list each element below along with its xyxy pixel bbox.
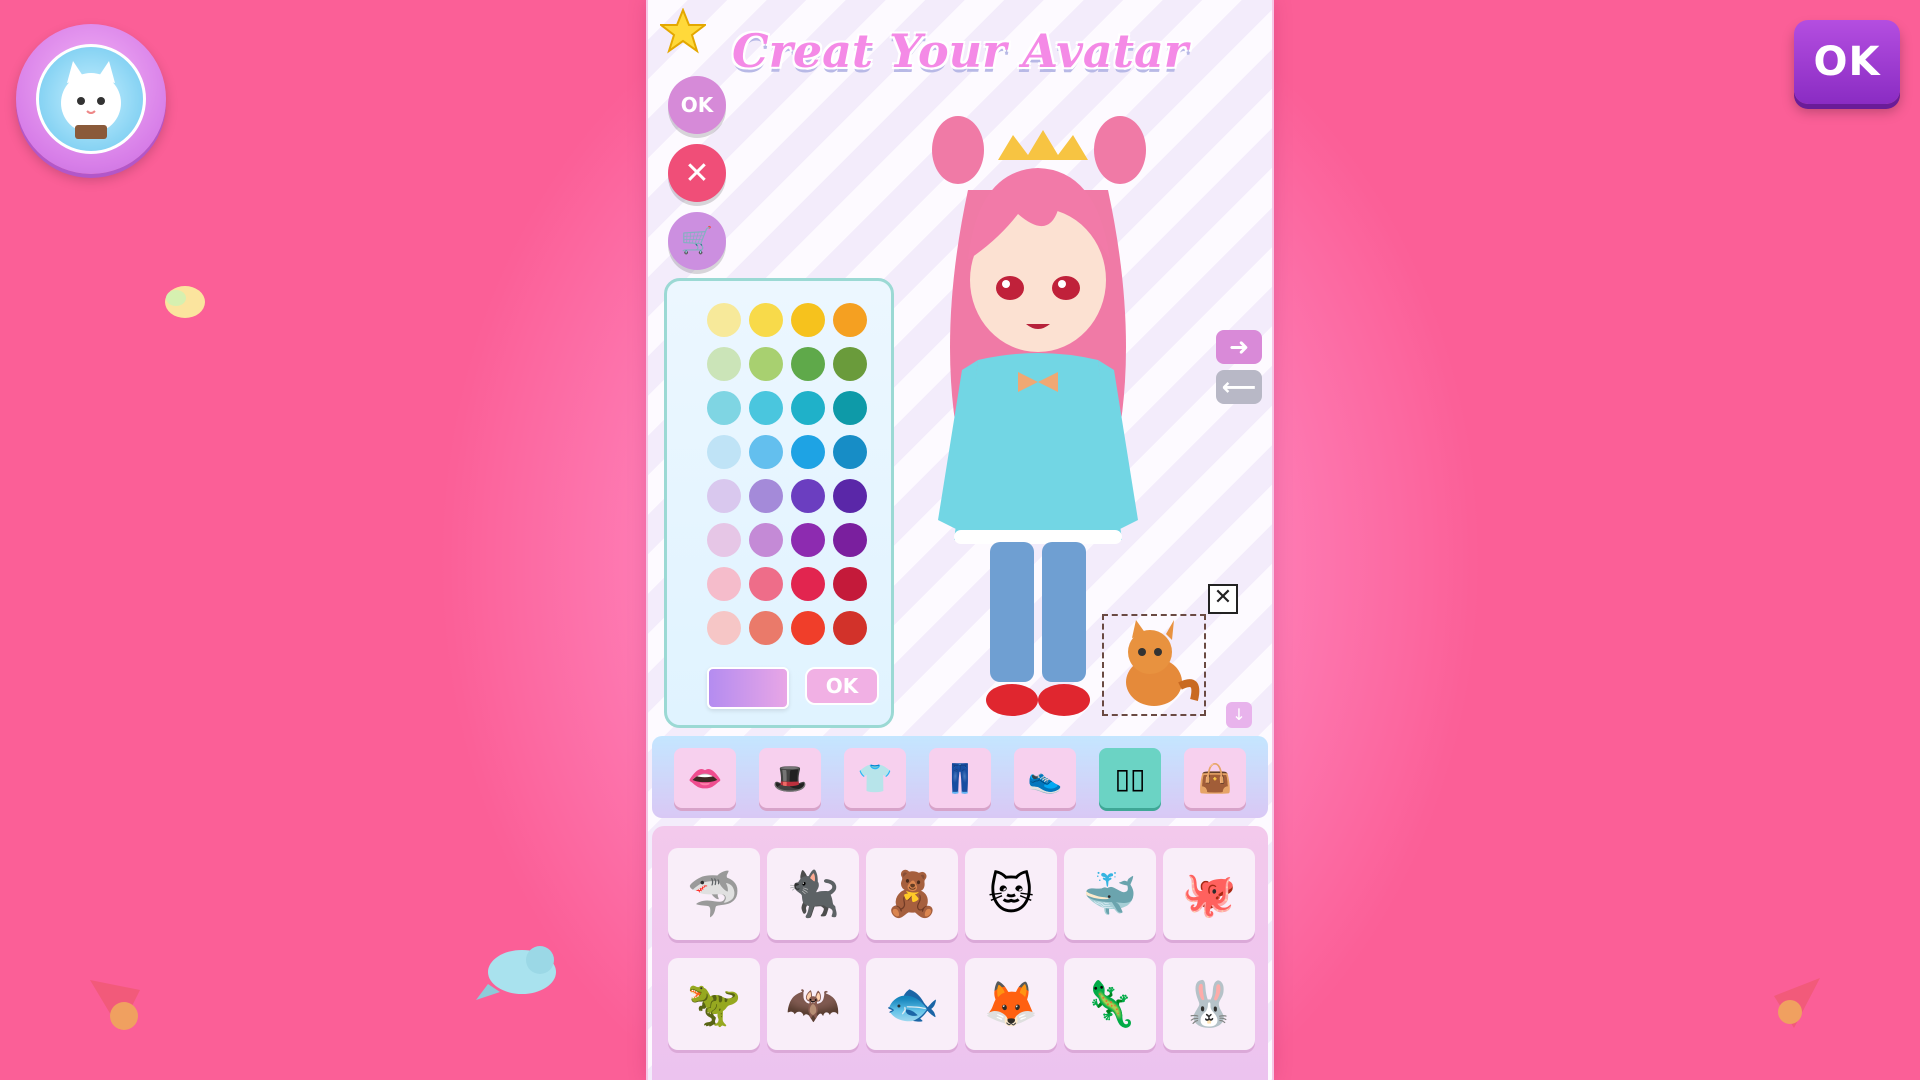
- color-swatch[interactable]: [707, 303, 741, 337]
- teddy-pet-icon: 🧸: [884, 869, 940, 920]
- color-palette: OK: [664, 278, 894, 728]
- bird-icon: [470, 924, 570, 1028]
- octopus-pet-icon: 🐙: [1181, 869, 1237, 920]
- category-bar: 👄 🎩 👕 👖 👟 ▯▯ 👜: [652, 736, 1268, 818]
- dino-pet-icon: 🦖: [686, 979, 742, 1030]
- color-swatch[interactable]: [749, 523, 783, 557]
- color-swatch[interactable]: [833, 347, 867, 381]
- pink-cat-pet-icon: 🐱: [988, 868, 1034, 920]
- color-swatch[interactable]: [791, 347, 825, 381]
- color-swatch[interactable]: [833, 567, 867, 601]
- palette-ok-button[interactable]: OK: [805, 667, 879, 705]
- color-swatch[interactable]: [833, 303, 867, 337]
- color-swatch[interactable]: [707, 347, 741, 381]
- color-swatch[interactable]: [791, 303, 825, 337]
- color-swatch[interactable]: [791, 611, 825, 645]
- leaf-decoration-icon: [80, 970, 160, 1044]
- hat-icon: 🎩: [772, 761, 808, 795]
- color-swatch[interactable]: [749, 391, 783, 425]
- next-arrow-button[interactable]: ➜: [1216, 330, 1262, 364]
- octopus-pet-item[interactable]: 🐙: [1163, 848, 1255, 940]
- color-swatch[interactable]: [749, 303, 783, 337]
- selected-color-preview: [707, 667, 789, 709]
- color-swatch[interactable]: [833, 391, 867, 425]
- fish-pet-icon: 🐟: [884, 979, 940, 1030]
- color-swatch[interactable]: [707, 523, 741, 557]
- color-swatch[interactable]: [791, 567, 825, 601]
- color-swatch[interactable]: [707, 567, 741, 601]
- profile-avatar-button[interactable]: [16, 24, 166, 174]
- narwhal-pet-item[interactable]: 🐳: [1064, 848, 1156, 940]
- leaf-decoration-icon-right: [1760, 972, 1830, 1036]
- color-swatch[interactable]: [833, 435, 867, 469]
- ok-button[interactable]: OK: [668, 76, 726, 134]
- bunny-pet-item[interactable]: 🐰: [1163, 958, 1255, 1050]
- fox-pet-icon: 🦊: [983, 979, 1039, 1030]
- color-swatch[interactable]: [749, 611, 783, 645]
- top-icon: 👕: [857, 761, 893, 795]
- color-swatch[interactable]: [791, 479, 825, 513]
- black-cat-pet-item[interactable]: 🐈‍⬛: [767, 848, 859, 940]
- axolotl-pet-item[interactable]: 🦎: [1064, 958, 1156, 1050]
- color-swatch[interactable]: [707, 611, 741, 645]
- shoes-icon: 👟: [1027, 761, 1063, 795]
- color-swatch[interactable]: [707, 391, 741, 425]
- pants-icon: 👖: [942, 761, 978, 795]
- color-swatch[interactable]: [791, 391, 825, 425]
- confirm-button[interactable]: OK: [1794, 20, 1900, 104]
- shark-pet-icon: 🦈: [686, 869, 742, 920]
- color-swatch[interactable]: [791, 523, 825, 557]
- color-swatch[interactable]: [791, 435, 825, 469]
- color-swatch[interactable]: [749, 435, 783, 469]
- color-swatch[interactable]: [749, 567, 783, 601]
- color-swatch[interactable]: [707, 435, 741, 469]
- color-swatch[interactable]: [749, 347, 783, 381]
- pet-slot[interactable]: [1102, 614, 1206, 716]
- lips-icon: 👄: [687, 761, 723, 795]
- orange-cat-pet-icon: [1126, 620, 1200, 706]
- download-icon[interactable]: ↓: [1226, 702, 1252, 728]
- remove-pet-button[interactable]: ✕: [1208, 584, 1238, 614]
- butterfly-icon: [150, 270, 220, 344]
- bunny-pet-icon: 🐰: [1181, 979, 1237, 1030]
- cat-avatar-icon: [36, 44, 146, 154]
- close-button[interactable]: ✕: [668, 144, 726, 202]
- bat-cat-pet-item[interactable]: 🦇: [767, 958, 859, 1050]
- bat-cat-pet-icon: 🦇: [785, 979, 841, 1030]
- page-title: Creat Your Avatar: [731, 24, 1189, 78]
- pet-selection-grid: 🦈 🐈‍⬛ 🧸 🐱 🐳 🐙 🦖 🦇 🐟 🦊 🦎 🐰: [652, 826, 1268, 1080]
- avatar-editor-panel: Creat Your Avatar OK ✕ 🛒 OK ➜ ⟵ ✕ ↓ 👄 🎩 …: [648, 0, 1272, 1080]
- bag-icon: 👜: [1197, 761, 1233, 795]
- narwhal-pet-icon: 🐳: [1082, 869, 1138, 920]
- axolotl-pet-icon: 🦎: [1082, 979, 1138, 1030]
- color-swatch[interactable]: [833, 523, 867, 557]
- pet-icon: ▯▯: [1114, 761, 1146, 795]
- color-swatch[interactable]: [833, 611, 867, 645]
- black-cat-pet-icon: 🐈‍⬛: [785, 869, 841, 920]
- prev-arrow-button[interactable]: ⟵: [1216, 370, 1262, 404]
- pink-cat-pet-item[interactable]: 🐱: [965, 848, 1057, 940]
- shop-button[interactable]: 🛒: [668, 212, 726, 270]
- category-bag-tab[interactable]: 👜: [1184, 748, 1246, 808]
- category-hat-tab[interactable]: 🎩: [759, 748, 821, 808]
- color-swatch[interactable]: [707, 479, 741, 513]
- fox-pet-item[interactable]: 🦊: [965, 958, 1057, 1050]
- color-swatch[interactable]: [749, 479, 783, 513]
- dino-pet-item[interactable]: 🦖: [668, 958, 760, 1050]
- category-top-tab[interactable]: 👕: [844, 748, 906, 808]
- category-lips-tab[interactable]: 👄: [674, 748, 736, 808]
- category-pet-tab[interactable]: ▯▯: [1099, 748, 1161, 808]
- category-shoes-tab[interactable]: 👟: [1014, 748, 1076, 808]
- color-swatch[interactable]: [833, 479, 867, 513]
- teddy-pet-item[interactable]: 🧸: [866, 848, 958, 940]
- category-pants-tab[interactable]: 👖: [929, 748, 991, 808]
- shark-pet-item[interactable]: 🦈: [668, 848, 760, 940]
- fish-pet-item[interactable]: 🐟: [866, 958, 958, 1050]
